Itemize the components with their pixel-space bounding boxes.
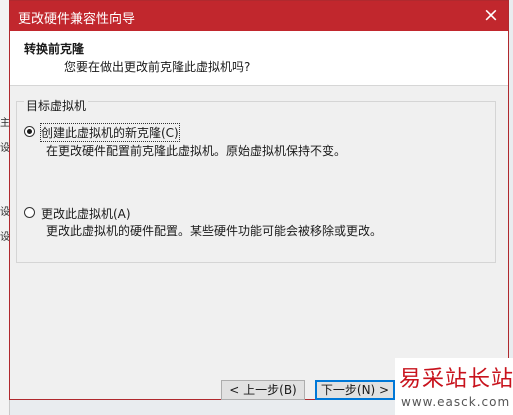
back-button[interactable]: < 上一步(B) (221, 380, 305, 400)
close-icon[interactable]: × (474, 1, 508, 31)
wizard-dialog: 更改硬件兼容性向导 × 转换前克隆 您要在做出更改前克隆此虚拟机吗? 目标虚拟机… (9, 0, 509, 400)
title-bar: 更改硬件兼容性向导 × (10, 1, 508, 31)
page-subtitle: 您要在做出更改前克隆此虚拟机吗? (64, 60, 251, 74)
watermark-text: 易采站长站 (399, 367, 513, 392)
window-title: 更改硬件兼容性向导 (18, 12, 136, 27)
next-button[interactable]: 下一步(N) > (315, 380, 395, 400)
group-title: 目标虚拟机 (24, 97, 89, 114)
radio-button-clone[interactable] (24, 126, 35, 137)
radio-selected-dot (27, 129, 32, 134)
watermark: 易采站长站 www.easck.com (395, 358, 513, 415)
wizard-header: 转换前克隆 您要在做出更改前克隆此虚拟机吗? (10, 31, 508, 86)
watermark-url: www.easck.com (401, 395, 511, 409)
wizard-body: 目标虚拟机 创建此虚拟机的新克隆(C) 在更改硬件配置前克隆此虚拟机。原始虚拟机… (10, 86, 508, 400)
radio-label-modify[interactable]: 更改此虚拟机(A) (41, 205, 131, 222)
radio-button-modify[interactable] (24, 207, 35, 218)
page-title: 转换前克隆 (24, 42, 85, 56)
option-description-modify: 更改此虚拟机的硬件配置。某些硬件功能可能会被移除或更改。 (46, 224, 383, 238)
option-description-clone: 在更改硬件配置前克隆此虚拟机。原始虚拟机保持不变。 (46, 144, 347, 158)
radio-label-clone[interactable]: 创建此虚拟机的新克隆(C) (40, 123, 180, 142)
